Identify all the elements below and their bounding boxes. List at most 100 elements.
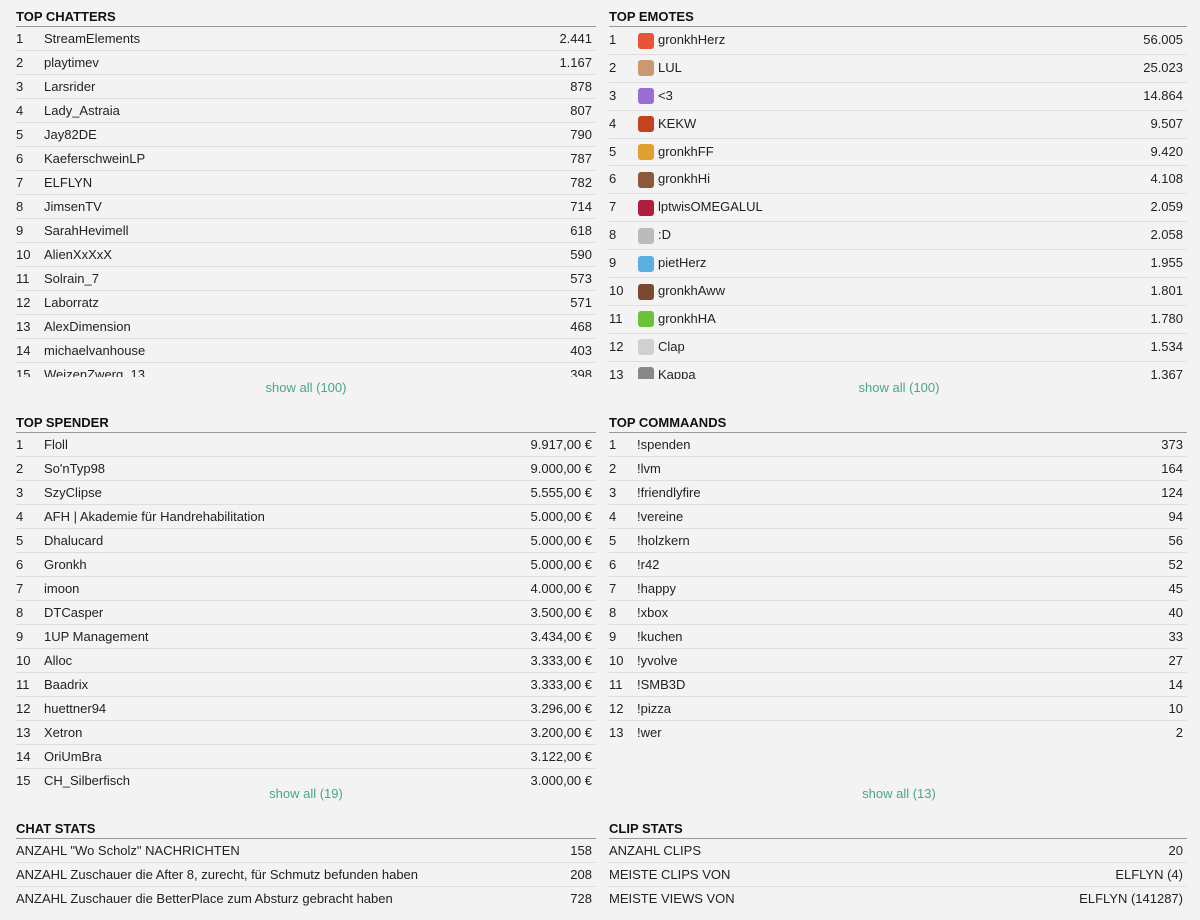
command-name: !vereine	[637, 509, 684, 524]
emote-label: <3	[658, 87, 673, 103]
top-emotes-title: TOP EMOTES	[609, 10, 1187, 27]
command-name: !spenden	[637, 437, 691, 452]
chat-stat-row: ANZAHL Zuschauer die After 8, zurecht, f…	[16, 863, 596, 887]
rank-number: 11	[609, 677, 623, 692]
top-spender-show-all-link[interactable]: show all (19)	[16, 786, 596, 801]
rank-number: 10	[609, 653, 624, 668]
rank-number: 5	[609, 533, 617, 548]
command-count: 45	[1168, 581, 1183, 596]
spender-row: 5 Dhalucard 5.000,00 €	[16, 529, 596, 553]
rank-number: 10	[609, 283, 624, 299]
spender-name: DTCasper	[44, 605, 104, 620]
emote-row: 1 gronkhHerz 56.005	[609, 27, 1187, 55]
top-chatters-show-all-link[interactable]: show all (100)	[16, 380, 596, 395]
rainbow-heart-emote-icon	[638, 255, 654, 272]
stat-value: 158	[570, 843, 592, 858]
command-row: 11 !SMB3D 14	[609, 673, 1187, 697]
spender-name: Floll	[44, 437, 68, 452]
chatter-row: 10 AlienXxXxX 590	[16, 243, 596, 267]
chatter-name: Laborratz	[44, 295, 99, 310]
purple-heart-emote-icon	[638, 88, 654, 105]
emote-count: 25.023	[1143, 59, 1183, 75]
spender-name: huettner94	[44, 701, 107, 716]
red-ball-emote-icon	[638, 199, 654, 216]
donation-amount: 9.917,00 €	[530, 437, 592, 452]
emote-row: 5 gronkhFF 9.420	[609, 139, 1187, 167]
rank-number: 9	[16, 223, 24, 238]
emote-label: gronkhHerz	[658, 32, 726, 47]
message-count: 790	[570, 127, 592, 142]
donation-amount: 3.122,00 €	[530, 749, 592, 764]
emote-name: gronkhHA	[637, 306, 1150, 333]
command-count: 14	[1168, 677, 1183, 692]
rank-number: 12	[16, 295, 31, 310]
command-count: 2	[1175, 725, 1183, 740]
stat-label: MEISTE VIEWS VON	[609, 891, 735, 906]
command-count: 56	[1168, 533, 1183, 548]
chatter-row: 8 JimsenTV 714	[16, 195, 596, 219]
laughing-face-emote-icon	[638, 60, 654, 77]
rank-number: 14	[16, 749, 31, 764]
message-count: 787	[570, 151, 592, 166]
rank-number: 2	[609, 461, 617, 476]
spender-row: 10 Alloc 3.333,00 €	[16, 649, 596, 673]
donation-amount: 3.296,00 €	[530, 701, 592, 716]
command-row: 1 !spenden 373	[609, 433, 1187, 457]
emote-row: 4 KEKW 9.507	[609, 111, 1187, 139]
chatter-row: 11 Solrain_7 573	[16, 267, 596, 291]
chatter-row: 7 ELFLYN 782	[16, 171, 596, 195]
spender-row: 1 Floll 9.917,00 €	[16, 433, 596, 457]
emote-name: KEKW	[637, 111, 1150, 138]
emote-name: :D	[637, 222, 1150, 249]
emote-label: Kappa	[658, 366, 696, 379]
spender-name: Dhalucard	[44, 533, 104, 548]
chatter-name: michaelvanhouse	[44, 343, 146, 358]
aww-face-emote-icon	[638, 283, 654, 300]
chatter-name: SarahHevimell	[44, 223, 129, 238]
rank-number: 6	[609, 171, 617, 187]
stat-value: 728	[570, 891, 592, 906]
top-emotes-show-all-link[interactable]: show all (100)	[609, 380, 1189, 395]
donation-amount: 5.000,00 €	[530, 557, 592, 572]
rank-number: 9	[609, 255, 617, 271]
command-count: 40	[1168, 605, 1183, 620]
emote-count: 9.420	[1150, 143, 1183, 159]
spender-name: So'nTyp98	[44, 461, 106, 476]
emote-name: gronkhAww	[637, 278, 1150, 305]
command-row: 7 !happy 45	[609, 577, 1187, 601]
top-emotes-list: 1 gronkhHerz 56.005 2 LUL 25.023 3 <3 14.864 4 KEK…	[609, 27, 1187, 379]
heart-face-emote-icon	[638, 32, 654, 49]
spender-row: 7 imoon 4.000,00 €	[16, 577, 596, 601]
rank-number: 7	[16, 581, 24, 596]
stat-label: ANZAHL Zuschauer die After 8, zurecht, f…	[16, 867, 419, 882]
spender-name: imoon	[44, 581, 80, 596]
command-name: !xbox	[637, 605, 669, 620]
command-row: 2 !lvm 164	[609, 457, 1187, 481]
spender-name: 1UP Management	[44, 629, 149, 644]
rank-number: 3	[609, 485, 617, 500]
chatter-name: ELFLYN	[44, 175, 93, 190]
emote-label: gronkhHA	[658, 310, 716, 326]
rank-number: 8	[16, 199, 24, 214]
emote-label: KEKW	[658, 115, 697, 131]
top-chatters-list: 1 StreamElements 2.441 2 playtimev 1.167 3 Lars…	[16, 27, 596, 377]
emote-row: 8:D 2.058	[609, 222, 1187, 251]
rank-number: 12	[609, 338, 624, 354]
rank-number: 7	[609, 199, 617, 215]
stat-label: ANZAHL CLIPS	[609, 843, 701, 858]
rank-number: 13	[16, 319, 31, 334]
emote-label: gronkhAww	[658, 283, 725, 299]
top-commands-title: TOP COMMAANDS	[609, 416, 1187, 433]
chat-stat-row: ANZAHL "Wo Scholz" NACHRICHTEN 158	[16, 839, 596, 863]
emote-row: 7 lptwisOMEGALUL 2.059	[609, 194, 1187, 223]
chatter-row: 5 Jay82DE 790	[16, 123, 596, 147]
emote-count: 9.507	[1150, 115, 1183, 131]
emote-count: 4.108	[1150, 171, 1183, 187]
message-count: 618	[570, 223, 592, 238]
message-count: 807	[570, 103, 592, 118]
emote-name: gronkhHerz	[637, 27, 1143, 54]
donation-amount: 4.000,00 €	[530, 581, 592, 596]
top-chatters-title: TOP CHATTERS	[16, 10, 596, 27]
top-commands-show-all-link[interactable]: show all (13)	[609, 786, 1189, 801]
top-spender-panel: TOP SPENDER 1 Floll 9.917,00 € 2 So'nTyp98 9.…	[16, 416, 596, 791]
